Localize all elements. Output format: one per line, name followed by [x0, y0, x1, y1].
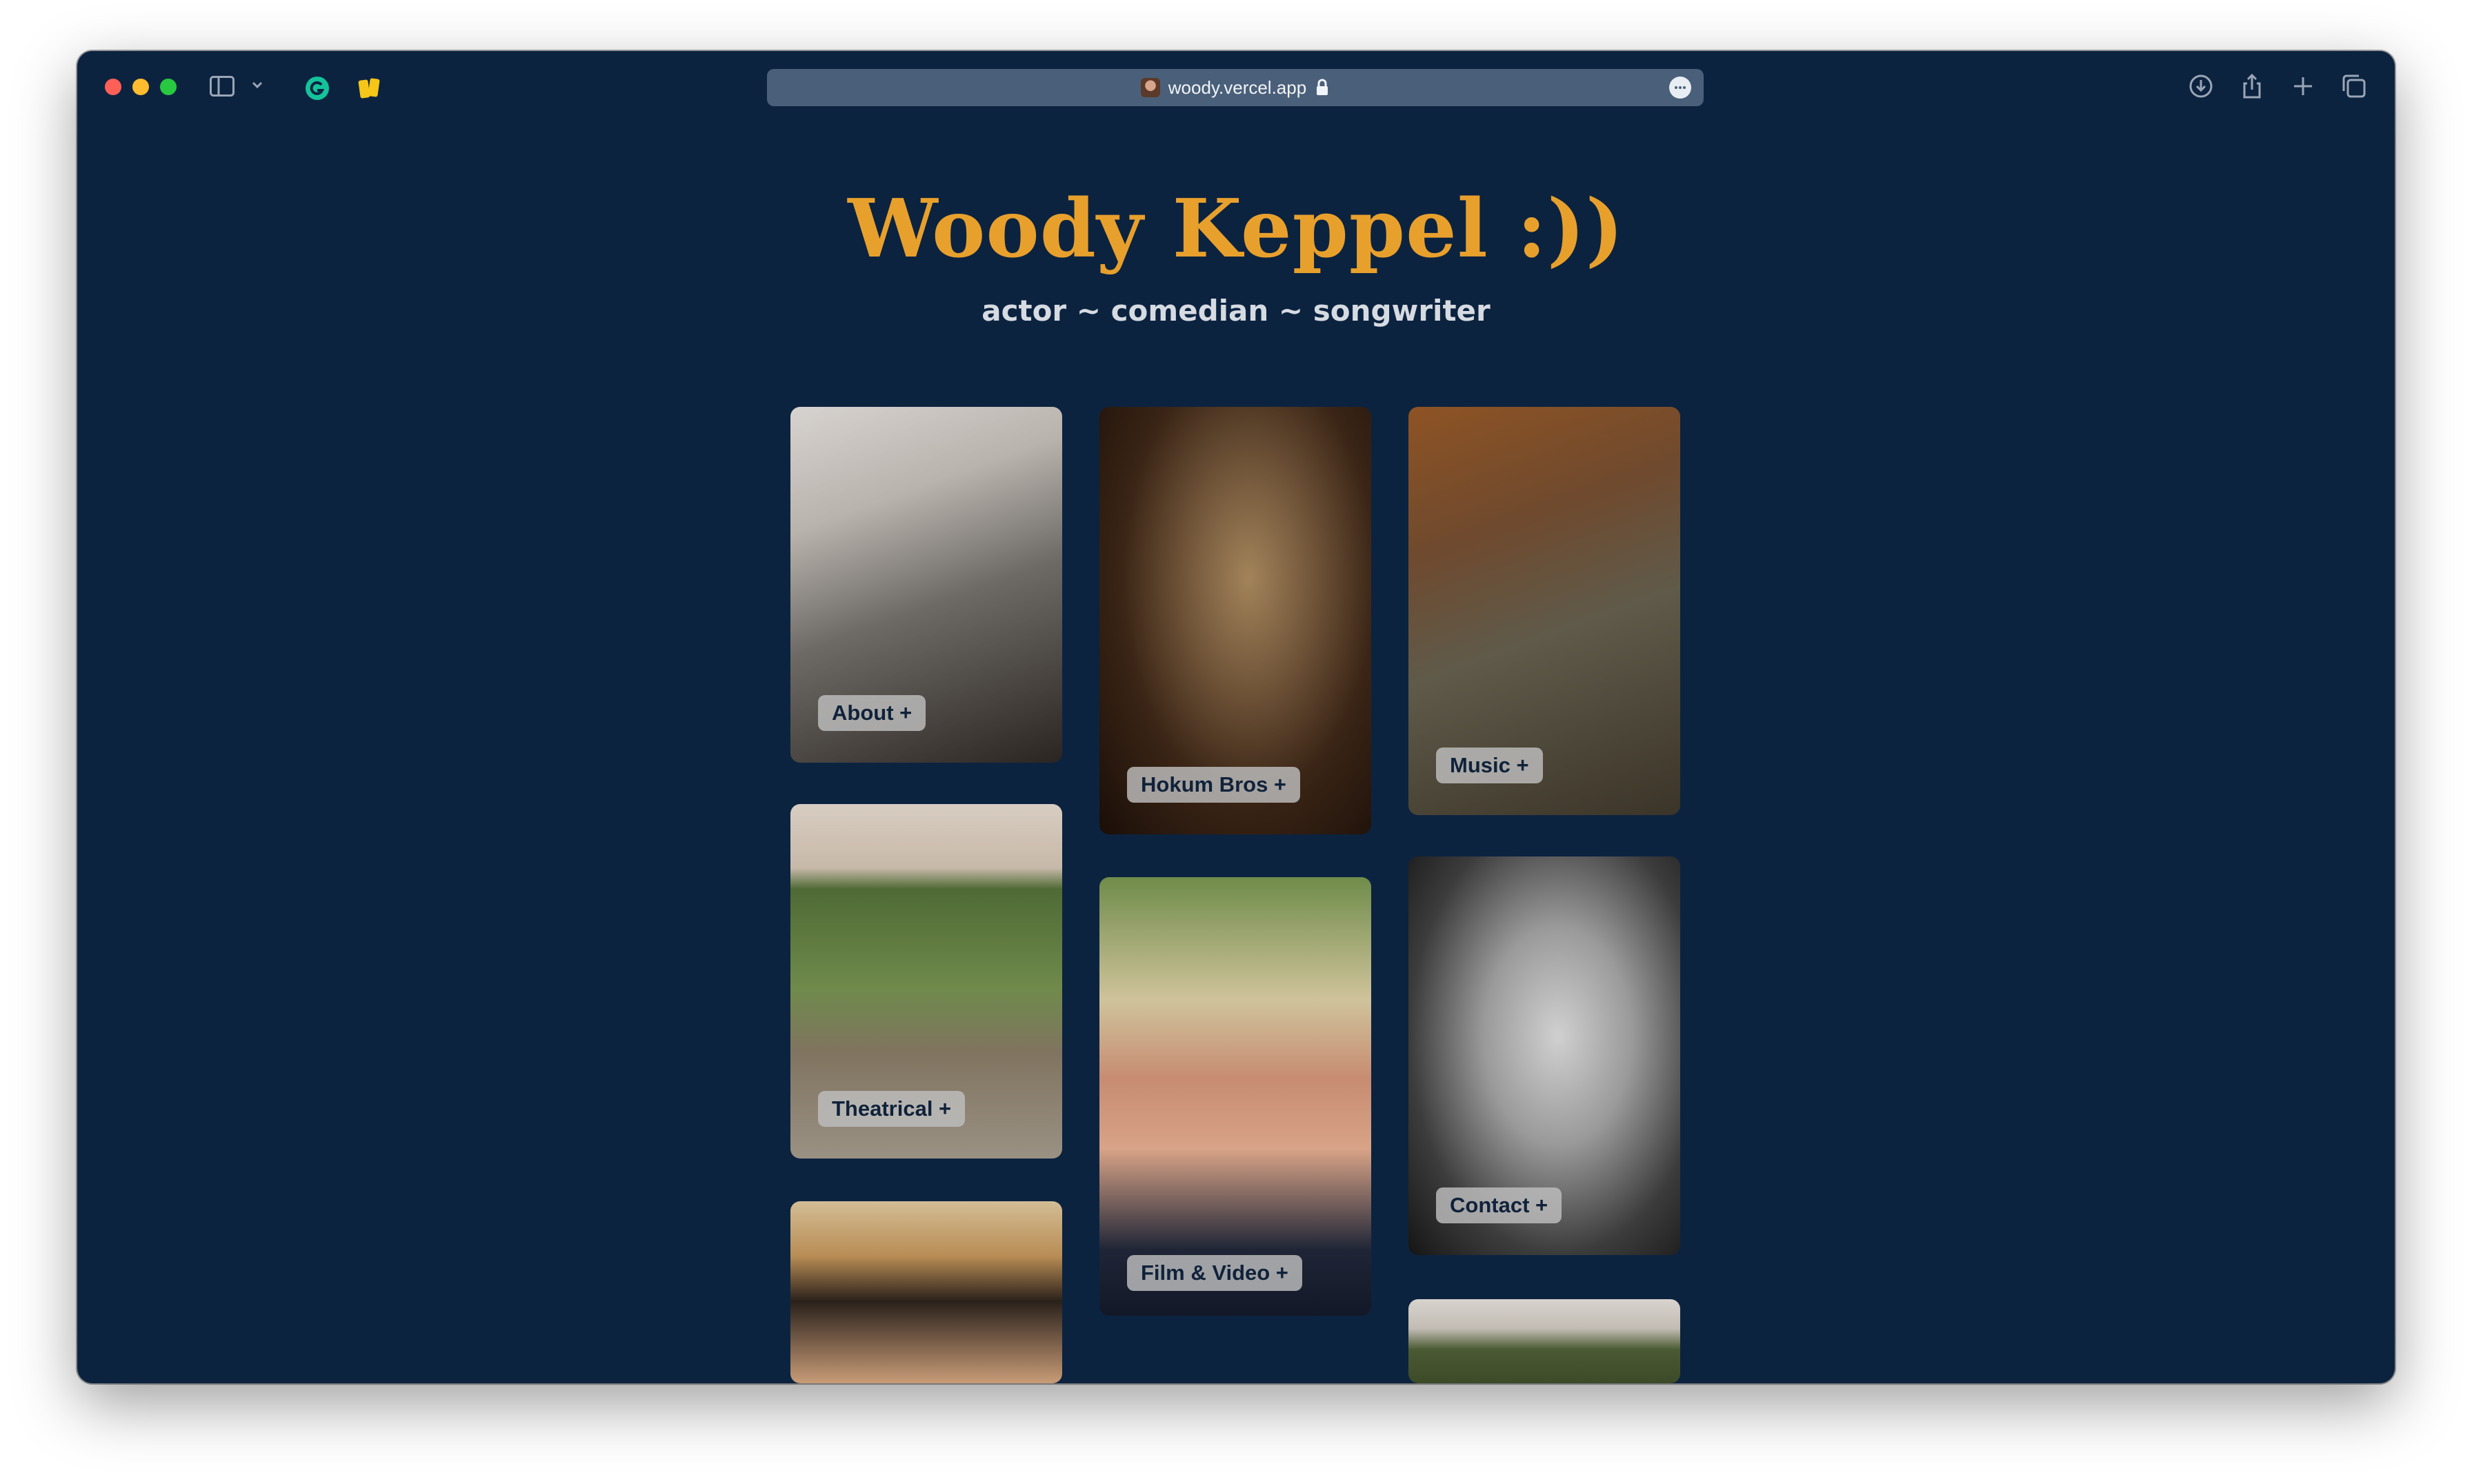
lock-icon: [1317, 79, 1328, 95]
card-film-video[interactable]: Film & Video +: [1099, 877, 1371, 1316]
url-text: woody.vercel.app: [1168, 77, 1307, 98]
card-photo-partial[interactable]: [790, 1201, 1062, 1383]
card-label-contact[interactable]: Contact +: [1436, 1187, 1562, 1223]
minimize-window-button[interactable]: [132, 79, 149, 95]
browser-window: woody.vercel.app Woody Keppel:)) actor …: [77, 51, 2395, 1383]
notes-icon[interactable]: [356, 74, 383, 102]
card-contact[interactable]: Contact +: [1408, 856, 1680, 1255]
page-subtitle: actor ~ comedian ~ songwriter: [981, 294, 1491, 328]
card-photo-partial-2[interactable]: [1408, 1299, 1680, 1383]
card-about[interactable]: About +: [790, 407, 1062, 763]
download-icon[interactable]: [2188, 73, 2214, 99]
close-window-button[interactable]: [105, 79, 121, 95]
card-music[interactable]: Music +: [1408, 407, 1680, 815]
card-label-music[interactable]: Music +: [1436, 748, 1543, 783]
plus-icon[interactable]: [2290, 73, 2316, 99]
sidebar-icon[interactable]: [210, 76, 235, 97]
grammarly-icon[interactable]: [305, 76, 330, 101]
favicon-icon: [1140, 78, 1160, 97]
page-title: Woody Keppel :)): [848, 182, 1624, 276]
more-icon[interactable]: [1669, 77, 1691, 99]
card-hokum-bros[interactable]: Hokum Bros +: [1099, 407, 1371, 834]
card-theatrical[interactable]: Theatrical +: [790, 804, 1062, 1159]
tabs-icon[interactable]: [2341, 73, 2367, 99]
chevron-down-icon[interactable]: [251, 79, 263, 91]
share-icon[interactable]: [2239, 73, 2265, 99]
zoom-window-button[interactable]: [160, 79, 177, 95]
card-label-hokum-bros[interactable]: Hokum Bros +: [1127, 767, 1301, 803]
card-label-about[interactable]: About +: [818, 695, 926, 731]
card-label-theatrical[interactable]: Theatrical +: [818, 1091, 966, 1127]
card-label-film-video[interactable]: Film & Video +: [1127, 1255, 1302, 1291]
address-bar[interactable]: woody.vercel.app: [767, 69, 1704, 106]
browser-toolbar: woody.vercel.app: [77, 51, 2395, 120]
